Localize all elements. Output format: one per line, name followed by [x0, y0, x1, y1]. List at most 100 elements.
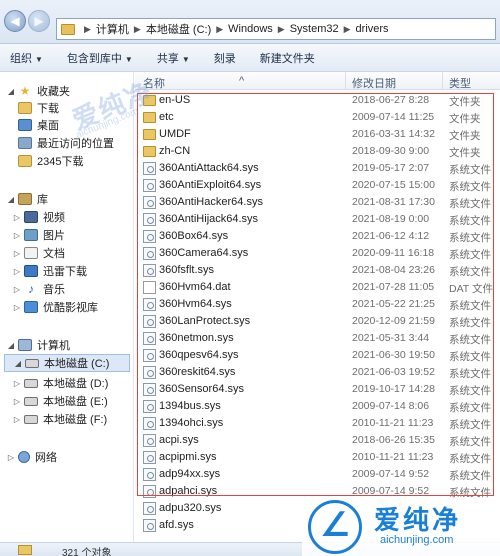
nav-disk-f[interactable]: ▷ 本地磁盘 (F:) — [12, 410, 107, 428]
expand-icon[interactable]: ◢ — [13, 359, 23, 368]
nav-recent[interactable]: 最近访问的位置 — [18, 134, 114, 152]
nav-disk-d[interactable]: ▷ 本地磁盘 (D:) — [12, 374, 108, 392]
nav-computer[interactable]: ◢ 计算机 — [6, 336, 70, 354]
computer-icon — [18, 339, 32, 351]
expand-icon[interactable]: ◢ — [6, 195, 16, 204]
share-button[interactable]: 共享 ▼ — [157, 50, 190, 66]
share-label: 共享 — [156, 52, 179, 65]
watermark-logo: ∠ 爱纯净 aichunjing.com — [302, 498, 500, 556]
nav-xunlei[interactable]: ▷ 迅雷下载 — [12, 262, 87, 280]
nav-documents[interactable]: ▷ 文档 — [12, 244, 65, 262]
column-divider[interactable] — [345, 72, 346, 90]
file-row[interactable]: 360AntiAttack64.sys 2019-05-17 2:07 系统文件 — [135, 160, 500, 177]
collapse-icon[interactable]: ▷ — [12, 415, 22, 424]
collapse-icon[interactable]: ▷ — [12, 249, 22, 258]
column-type[interactable]: 类型 — [449, 75, 471, 91]
nav-youku[interactable]: ▷ 优酷影视库 — [12, 298, 98, 316]
file-row[interactable]: adp94xx.sys 2009-07-14 9:52 系统文件 — [135, 466, 500, 483]
nav-pictures[interactable]: ▷ 图片 — [12, 226, 65, 244]
back-button[interactable]: ◀ — [4, 10, 26, 32]
file-row[interactable]: zh-CN 2018-09-30 9:00 文件夹 — [135, 143, 500, 160]
file-row[interactable]: 1394ohci.sys 2010-11-21 11:23 系统文件 — [135, 415, 500, 432]
nav-label: 下载 — [37, 103, 59, 115]
file-date: 2020-12-09 21:59 — [352, 315, 435, 327]
file-row[interactable]: 360reskit64.sys 2021-06-03 19:52 系统文件 — [135, 364, 500, 381]
forward-button[interactable]: ▶ — [28, 10, 50, 32]
file-type: 系统文件 — [449, 198, 491, 210]
collapse-icon[interactable]: ▷ — [12, 231, 22, 240]
system-file-icon — [143, 332, 156, 345]
nav-label: 2345下载 — [37, 156, 84, 168]
system-file-icon — [143, 298, 156, 311]
breadcrumb-drivers[interactable]: drivers — [356, 23, 389, 35]
file-row[interactable]: etc 2009-07-14 11:25 文件夹 — [135, 109, 500, 126]
file-row[interactable]: 360LanProtect.sys 2020-12-09 21:59 系统文件 — [135, 313, 500, 330]
burn-button[interactable]: 刻录 — [214, 50, 236, 66]
chevron-right-icon[interactable]: ▶ — [278, 24, 285, 35]
collapse-icon[interactable]: ▷ — [12, 397, 22, 406]
sort-caret-icon: ^ — [239, 75, 245, 87]
file-type: 文件夹 — [449, 96, 481, 108]
file-row[interactable]: 360AntiExploit64.sys 2020-07-15 15:00 系统文件 — [135, 177, 500, 194]
file-name: en-US — [159, 94, 191, 106]
file-date: 2019-05-17 2:07 — [352, 162, 430, 174]
file-row[interactable]: 360Hvm64.sys 2021-05-22 21:25 系统文件 — [135, 296, 500, 313]
folder-icon — [18, 155, 32, 167]
include-library-button[interactable]: 包含到库中 ▼ — [67, 50, 133, 66]
breadcrumb-windows[interactable]: Windows — [228, 23, 273, 35]
network-icon — [18, 451, 30, 463]
file-row[interactable]: 360fsflt.sys 2021-08-04 23:26 系统文件 — [135, 262, 500, 279]
collapse-icon[interactable]: ▷ — [12, 379, 22, 388]
nav-downloads[interactable]: 下载 — [18, 99, 59, 117]
new-folder-button[interactable]: 新建文件夹 — [260, 50, 315, 66]
nav-library[interactable]: ◢ 库 — [6, 190, 48, 208]
file-row[interactable]: UMDF 2016-03-31 14:32 文件夹 — [135, 126, 500, 143]
expand-icon[interactable]: ◢ — [6, 341, 16, 350]
expand-icon[interactable]: ◢ — [6, 87, 16, 96]
chevron-right-icon[interactable]: ▶ — [216, 24, 223, 35]
file-row[interactable]: 360Sensor64.sys 2019-10-17 14:28 系统文件 — [135, 381, 500, 398]
nav-disk-e[interactable]: ▷ 本地磁盘 (E:) — [12, 392, 108, 410]
file-row[interactable]: 360Camera64.sys 2020-09-11 16:18 系统文件 — [135, 245, 500, 262]
file-row[interactable]: en-US 2018-06-27 8:28 文件夹 — [135, 92, 500, 109]
collapse-icon[interactable]: ▷ — [12, 267, 22, 276]
chevron-right-icon[interactable]: ▶ — [134, 24, 141, 35]
collapse-icon[interactable]: ▷ — [12, 213, 22, 222]
chevron-right-icon[interactable]: ▶ — [344, 24, 351, 35]
item-count: 321 个对象 — [62, 548, 112, 556]
breadcrumb-computer[interactable]: 计算机 — [96, 21, 129, 37]
file-row[interactable]: acpipmi.sys 2010-11-21 11:23 系统文件 — [135, 449, 500, 466]
file-row[interactable]: 1394bus.sys 2009-07-14 8:06 系统文件 — [135, 398, 500, 415]
file-name: 360Hvm64.dat — [159, 281, 231, 293]
pictures-icon — [24, 229, 38, 241]
nav-video[interactable]: ▷ 视频 — [12, 208, 65, 226]
organize-button[interactable]: 组织 ▼ — [10, 50, 43, 66]
file-row[interactable]: 360AntiHijack64.sys 2021-08-19 0:00 系统文件 — [135, 211, 500, 228]
file-row[interactable]: 360AntiHacker64.sys 2021-08-31 17:30 系统文件 — [135, 194, 500, 211]
nav-label: 计算机 — [37, 340, 70, 352]
collapse-icon[interactable]: ▷ — [12, 303, 22, 312]
file-row[interactable]: acpi.sys 2018-06-26 15:35 系统文件 — [135, 432, 500, 449]
collapse-icon[interactable]: ▷ — [6, 453, 16, 462]
breadcrumb-system32[interactable]: System32 — [290, 23, 339, 35]
column-date[interactable]: 修改日期 — [352, 75, 396, 91]
file-name: 360reskit64.sys — [159, 366, 236, 378]
breadcrumb-disk-c[interactable]: 本地磁盘 (C:) — [146, 21, 211, 37]
file-row[interactable]: 360qpesv64.sys 2021-06-30 19:50 系统文件 — [135, 347, 500, 364]
nav-favorites[interactable]: ◢ ★ 收藏夹 — [6, 82, 70, 100]
nav-music[interactable]: ▷ ♪ 音乐 — [12, 280, 65, 298]
nav-network[interactable]: ▷ 网络 — [6, 448, 57, 466]
collapse-icon[interactable]: ▷ — [12, 285, 22, 294]
address-field[interactable]: ▶ 计算机 ▶ 本地磁盘 (C:) ▶ Windows ▶ System32 ▶… — [56, 18, 496, 40]
file-date: 2020-07-15 15:00 — [352, 179, 435, 191]
nav-desktop[interactable]: 桌面 — [18, 116, 59, 134]
nav-2345-downloads[interactable]: 2345下载 — [18, 152, 83, 170]
nav-disk-c[interactable]: ◢ 本地磁盘 (C:) — [4, 354, 130, 372]
file-row[interactable]: 360Hvm64.dat 2021-07-28 11:05 DAT 文件 — [135, 279, 500, 296]
file-type: 系统文件 — [449, 164, 491, 176]
column-divider[interactable] — [442, 72, 443, 90]
file-row[interactable]: 360Box64.sys 2021-06-12 4:12 系统文件 — [135, 228, 500, 245]
system-file-icon — [143, 434, 156, 447]
file-row[interactable]: 360netmon.sys 2021-05-31 3:44 系统文件 — [135, 330, 500, 347]
file-name: 360netmon.sys — [159, 332, 234, 344]
